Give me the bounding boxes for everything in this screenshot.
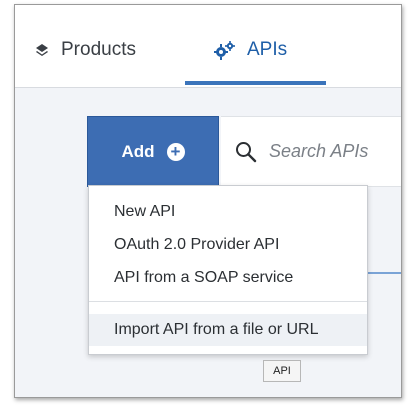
search-field[interactable]: Search APIs	[221, 116, 401, 187]
menu-item-label: New API	[114, 203, 176, 220]
menu-item-new-api[interactable]: New API	[89, 196, 367, 228]
menu-item-soap-service[interactable]: API from a SOAP service	[89, 262, 367, 294]
tab-apis-label: APIs	[247, 39, 288, 60]
add-dropdown-menu: New API OAuth 2.0 Provider API API from …	[88, 185, 368, 355]
menu-item-label: OAuth 2.0 Provider API	[114, 236, 280, 253]
search-icon	[235, 141, 257, 163]
add-button[interactable]: Add +	[87, 116, 219, 187]
active-tab-indicator	[185, 81, 326, 85]
menu-divider	[89, 301, 367, 302]
tab-products-label: Products	[61, 39, 136, 60]
menu-item-oauth-provider-api[interactable]: OAuth 2.0 Provider API	[89, 229, 367, 261]
layers-icon	[35, 43, 49, 62]
add-button-label: Add	[121, 141, 155, 161]
menu-item-label: API from a SOAP service	[114, 269, 294, 286]
tooltip: API	[263, 360, 301, 382]
tab-products[interactable]: Products	[35, 39, 136, 81]
menu-item-label: Import API from a file or URL	[114, 321, 319, 338]
menu-item-import-api[interactable]: Import API from a file or URL	[89, 314, 367, 346]
search-placeholder: Search APIs	[269, 141, 369, 161]
tab-apis[interactable]: APIs	[213, 39, 287, 81]
list-header-divider	[366, 272, 401, 274]
gears-icon	[213, 41, 235, 66]
tab-bar: Products APIs	[15, 5, 401, 88]
plus-circle-icon: +	[166, 142, 185, 161]
app-window: Products APIs Add + Search APIs New API …	[14, 4, 402, 398]
